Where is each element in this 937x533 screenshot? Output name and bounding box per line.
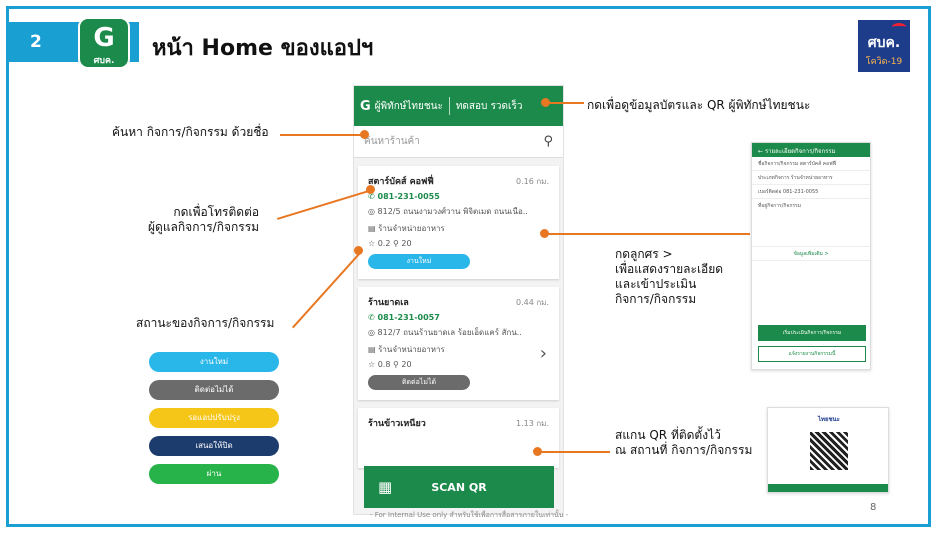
phone-link[interactable]: ✆ 081-231-0057 <box>368 313 549 322</box>
phone-number[interactable]: 081-231-0057 <box>378 313 440 322</box>
category: ▤ ร้านจำหน่ายอาหาร <box>368 345 445 354</box>
page-title: หน้า Home ของแอปฯ <box>152 36 374 61</box>
detail-app-bar: ← รายละเอียดกิจการ/กิจกรรม <box>752 143 870 157</box>
callout-line <box>548 102 584 104</box>
callout-line <box>545 233 750 235</box>
app-name: ผู้พิทักษ์ไทยชนะ <box>374 100 443 112</box>
slide-number: 2 <box>30 32 42 52</box>
app-icon: G ศบค. <box>78 17 130 69</box>
callout-line <box>280 134 362 136</box>
legend-item: ผ่าน <box>149 464 279 484</box>
footer-note: - For Internal Use only สำหรับใช้เพื่อกา… <box>370 511 569 519</box>
note-status: สถานะของกิจการ/กิจกรรม <box>136 316 275 330</box>
search-bar[interactable]: ค้นหาร้านค้า ⚲ <box>354 126 563 158</box>
legend-item: งานใหม่ <box>149 352 279 372</box>
search-input[interactable]: ค้นหาร้านค้า <box>364 134 543 149</box>
scan-label: SCAN QR <box>431 480 487 494</box>
chevron-right-icon[interactable]: › <box>540 343 547 364</box>
app-icon-text: ศบค. <box>93 56 115 66</box>
status-badge: งานใหม่ <box>368 254 470 269</box>
phone-link[interactable]: ✆ 081-231-0055 <box>368 192 549 201</box>
legend-item: เสนอให้ปิด <box>149 436 279 456</box>
detail-row: ที่อยู่กิจการ/กิจกรรม <box>752 199 870 247</box>
phone-number[interactable]: 081-231-0055 <box>378 192 440 201</box>
poster-brand: ไทยชนะ <box>818 416 840 423</box>
poster-footer-bar <box>768 484 888 492</box>
list-item[interactable]: ร้านข้าวเหนียว 1.13 กม. <box>358 408 559 468</box>
qr-scan-icon: ▦ <box>378 478 393 496</box>
logo-swoosh-icon <box>892 23 906 31</box>
status-badge: ติดต่อไม่ได้ <box>368 375 470 390</box>
detail-screenshot: ← รายละเอียดกิจการ/กิจกรรม ชื่อกิจการ/กิ… <box>751 142 871 370</box>
callout-dot <box>360 130 369 139</box>
detail-more-link[interactable]: ข้อมูลเพิ่มเติม > <box>752 247 870 261</box>
distance: 1.13 กม. <box>515 419 549 428</box>
detail-row: เบอร์ติดต่อ 081-231-0055 <box>752 185 870 199</box>
ccsa-logo: ศบค. โควิด-19 <box>858 20 910 72</box>
callout-line <box>540 451 610 453</box>
note-scan: สแกน QR ที่ติดตั้งไว้ ณ สถานที่ กิจการ/ก… <box>615 428 753 457</box>
distance: 0.44 กม. <box>515 298 549 307</box>
callout-dot <box>354 246 363 255</box>
logo-text: ศบค. <box>867 35 901 51</box>
page-number: 8 <box>870 502 877 513</box>
detail-row: ชื่อกิจการ/กิจกรรม สตาร์บัคส์ คอฟฟี่ <box>752 157 870 171</box>
category-text: ร้านจำหน่ายอาหาร <box>378 224 445 233</box>
address: ◎ 812/5 ถนนงามวงศ์วาน พิจิตเมด ถนนเนือ.. <box>368 207 528 216</box>
category: ▤ ร้านจำหน่ายอาหาร <box>368 224 445 233</box>
legend-item: ติดต่อไม่ได้ <box>149 380 279 400</box>
distance: 0.16 กม. <box>515 177 549 186</box>
app-bar: G ผู้พิทักษ์ไทยชนะ ทดสอบ รวดเร็ว <box>354 86 563 126</box>
qr-poster: ไทยชนะ <box>767 407 889 493</box>
callout-dot <box>533 447 542 456</box>
qr-code-icon <box>810 432 848 470</box>
note-call: กดเพื่อโทรติดต่อ ผู้ดูแลกิจการ/กิจกรรม <box>148 205 260 234</box>
rating: ☆ 0.2 ⚲ 20 <box>368 239 412 248</box>
start-assessment-button[interactable]: เริ่มประเมินกิจการ/กิจกรรม <box>758 325 866 341</box>
callout-dot <box>540 229 549 238</box>
address-text: 812/7 ถนนร้านยาดเล ร้อยเอ็ดแคร์ สักน.. <box>377 328 522 337</box>
note-card-qr: กดเพื่อดูข้อมูลบัตรและ QR ผู้พิทักษ์ไทยช… <box>587 98 811 112</box>
category-text: ร้านจำหน่ายอาหาร <box>378 345 445 354</box>
rating: ☆ 0.8 ⚲ 20 <box>368 360 412 369</box>
address: ◎ 812/7 ถนนร้านยาดเล ร้อยเอ็ดแคร์ สักน.. <box>368 328 522 337</box>
app-logo-icon: G <box>360 98 371 114</box>
divider <box>448 97 450 115</box>
detail-row: ประเภทกิจการ ร้านจำหน่ายอาหาร <box>752 171 870 185</box>
search-icon[interactable]: ⚲ <box>543 134 553 149</box>
report-button[interactable]: แจ้งรายงานกิจกรรมนี้ <box>758 346 866 362</box>
callout-dot <box>366 185 375 194</box>
legend-item: รอแอปปรับปรุง <box>149 408 279 428</box>
scan-qr-button[interactable]: ▦ SCAN QR <box>364 466 554 508</box>
logo-subtext: โควิด-19 <box>865 57 903 67</box>
note-detail: กดลูกศร > เพื่อแสดงรายละเอียด และเข้าประ… <box>615 247 724 306</box>
list-item[interactable]: ร้านยาดเล 0.44 กม. ✆ 081-231-0057 ◎ 812/… <box>358 287 559 400</box>
note-search: ค้นหา กิจการ/กิจกรรม ด้วยชื่อ <box>112 125 269 139</box>
app-icon-glyph: G <box>93 23 115 53</box>
list-item[interactable]: สตาร์บัคส์ คอฟฟี่ 0.16 กม. ✆ 081-231-005… <box>358 166 559 279</box>
callout-dot <box>541 98 550 107</box>
detail-title: รายละเอียดกิจการ/กิจกรรม <box>764 148 836 155</box>
address-text: 812/5 ถนนงามวงศ์วาน พิจิตเมด ถนนเนือ.. <box>377 207 528 216</box>
test-link[interactable]: ทดสอบ รวดเร็ว <box>456 99 523 114</box>
